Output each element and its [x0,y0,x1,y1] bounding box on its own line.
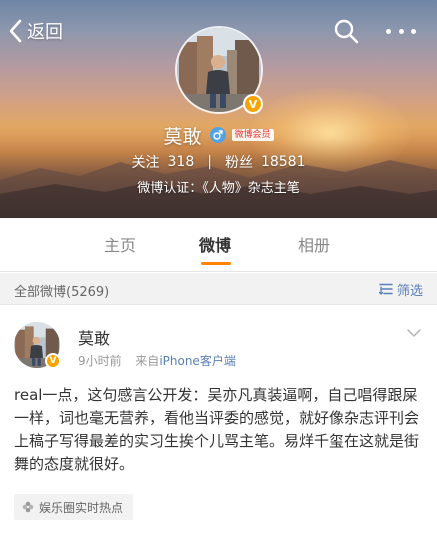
profile-name: 莫敢 [163,125,202,148]
verification-text: 微博认证：《人物》杂志主笔 [137,181,300,196]
profile-tabs: 主页 微博 相册 [0,218,437,272]
post-verified-badge: V [45,353,61,369]
followers-label[interactable]: 粉丝 [225,152,253,172]
profile-name-row: 莫敢 微博会员 [0,122,437,148]
filter-icon [378,283,393,295]
following-count[interactable]: 318 [168,154,195,170]
profile-avatar[interactable]: V [175,26,263,114]
more-dots-icon[interactable] [386,26,416,36]
more-dot [411,28,416,34]
followers-count[interactable]: 18581 [261,154,306,170]
chevron-left-icon [9,19,22,43]
filter-button[interactable]: 筛选 [378,279,423,299]
profile-stats: 关注 318 | 粉丝 18581 [0,151,437,173]
post-meta: 9小时前 来自iPhone客户端 [78,352,236,369]
post-text: real一点，这句感言公开发：吴亦凡真装逼啊，自己唱得跟屎一样，词也毫无营养，看… [14,386,420,473]
tab-home[interactable]: 主页 [104,232,136,256]
topic-chip[interactable]: 娱乐圈实时热点 [14,494,134,520]
post-author[interactable]: 莫敢 [78,325,110,349]
tab-weibo[interactable]: 微博 [199,232,231,256]
more-dot [386,28,391,34]
verified-badge: V [243,94,263,114]
back-button[interactable]: 返回 [8,14,63,48]
stat-separator: | [207,154,212,170]
tab-album[interactable]: 相册 [298,232,330,256]
post-source-prefix: 来自 [135,354,160,368]
filter-bar: 全部微博(5269) 筛选 [0,273,437,305]
all-weibo-count: 全部微博(5269) [14,285,110,300]
back-label: 返回 [27,22,63,43]
following-label[interactable]: 关注 [132,152,160,172]
search-icon[interactable] [333,18,359,44]
filter-label: 筛选 [396,283,423,299]
more-dot [398,28,404,34]
active-tab-indicator [201,262,231,265]
post-avatar[interactable]: V [14,322,61,369]
male-icon [209,127,226,143]
profile-header: 返回 V 莫敢 微博会员 关注 318 | 粉丝 18581 微博认证：《人物》… [0,0,437,218]
weibo-post: V 莫敢 9小时前 来自iPhone客户端 real一点，这句感言公开发：吴亦凡… [0,306,437,535]
chevron-down-icon[interactable] [407,328,421,338]
topic-label: 娱乐圈实时热点 [39,500,124,515]
member-tag[interactable]: 微博会员 [231,129,274,141]
post-source-link[interactable]: iPhone客户端 [159,354,236,368]
post-time: 9小时前 [78,354,122,368]
pinwheel-icon [22,501,34,513]
